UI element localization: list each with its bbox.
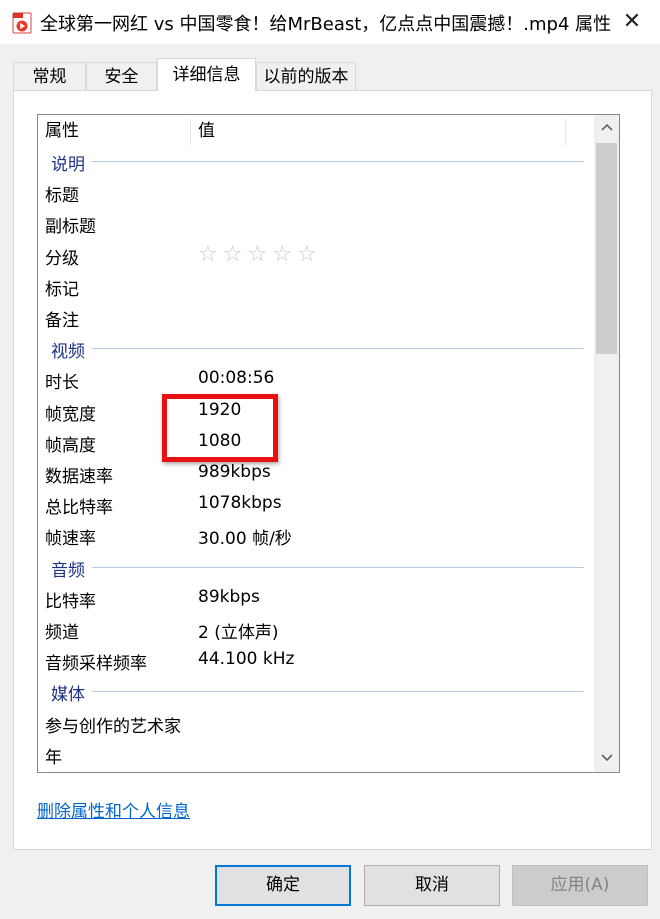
property-row[interactable]: 数据速率 989kbps xyxy=(38,459,594,490)
vertical-scrollbar[interactable] xyxy=(594,115,619,772)
property-label: 备注 xyxy=(45,311,79,331)
star-icon[interactable]: ☆ xyxy=(297,242,322,267)
property-value: 89kbps xyxy=(198,587,260,607)
property-value: 1078kbps xyxy=(198,493,282,513)
property-row[interactable]: 帧高度 1080 xyxy=(38,428,594,459)
group-label: 说明 xyxy=(51,150,91,175)
scroll-up-icon[interactable] xyxy=(594,115,619,141)
property-label: 比特率 xyxy=(45,592,96,612)
property-label: 年 xyxy=(45,748,62,768)
property-value: 00:08:56 xyxy=(198,368,275,388)
property-row[interactable]: 帧速率 30.00 帧/秒 xyxy=(38,521,594,552)
scrollbar-thumb[interactable] xyxy=(596,143,617,354)
scroll-down-icon[interactable] xyxy=(594,746,619,772)
property-label: 分级 xyxy=(45,249,79,269)
property-row[interactable]: 分级 ☆☆☆☆☆ xyxy=(38,241,594,272)
property-row[interactable]: 备注 xyxy=(38,303,594,334)
tab-strip: 常规 安全 详细信息 以前的版本 xyxy=(13,58,653,91)
property-value: 30.00 帧/秒 xyxy=(198,529,292,549)
property-row[interactable]: 标记 xyxy=(38,272,594,303)
tab-security[interactable]: 安全 xyxy=(86,62,157,90)
group-divider xyxy=(92,348,584,349)
property-row[interactable]: 参与创作的艺术家 xyxy=(38,709,594,740)
star-icon[interactable]: ☆ xyxy=(272,242,297,267)
close-icon[interactable]: ✕ xyxy=(612,6,652,38)
property-label: 副标题 xyxy=(45,217,96,237)
property-row[interactable]: 频道 2 (立体声) xyxy=(38,615,594,646)
tab-previous-versions[interactable]: 以前的版本 xyxy=(256,62,356,90)
column-header-property[interactable]: 属性 xyxy=(45,115,79,147)
star-icon[interactable]: ☆ xyxy=(198,242,223,267)
property-label: 频道 xyxy=(45,623,79,643)
property-row[interactable]: 年 xyxy=(38,740,594,771)
column-divider[interactable] xyxy=(190,119,191,145)
property-row[interactable]: 总比特率 1078kbps xyxy=(38,490,594,521)
apply-button[interactable]: 应用(A) xyxy=(512,865,648,906)
property-row[interactable]: 标题 xyxy=(38,178,594,209)
video-file-icon xyxy=(12,12,32,34)
red-highlight-box xyxy=(162,394,278,462)
property-label: 帧宽度 xyxy=(45,405,96,425)
property-label: 数据速率 xyxy=(45,467,113,487)
star-rating[interactable]: ☆☆☆☆☆ xyxy=(198,242,322,267)
title-bar: 全球第一网红 vs 中国零食！给MrBeast，亿点点中国震撼！.mp4 属性 … xyxy=(0,0,660,44)
group-header: 视频 xyxy=(38,334,594,365)
group-divider xyxy=(92,567,584,568)
column-divider[interactable] xyxy=(565,119,566,145)
property-value: 2 (立体声) xyxy=(198,623,279,643)
list-header: 属性 值 xyxy=(38,115,594,147)
property-label: 时长 xyxy=(45,373,79,393)
group-label: 视频 xyxy=(51,337,91,362)
group-header: 音频 xyxy=(38,553,594,584)
star-icon[interactable]: ☆ xyxy=(223,242,248,267)
window-title: 全球第一网红 vs 中国零食！给MrBeast，亿点点中国震撼！.mp4 属性 xyxy=(40,14,612,35)
group-label: 音频 xyxy=(51,556,91,581)
property-label: 帧高度 xyxy=(45,436,96,456)
property-label: 标记 xyxy=(45,280,79,300)
property-row[interactable]: 副标题 xyxy=(38,209,594,240)
property-row[interactable]: 帧宽度 1920 xyxy=(38,397,594,428)
property-value: 989kbps xyxy=(198,462,271,482)
tab-general[interactable]: 常规 xyxy=(13,62,86,90)
star-icon[interactable]: ☆ xyxy=(247,242,272,267)
group-divider xyxy=(92,161,584,162)
group-divider xyxy=(92,691,584,692)
property-label: 帧速率 xyxy=(45,529,96,549)
property-list[interactable]: 属性 值 说明 标题 副标题 分级 ☆☆☆☆☆ 标记 备注 视频 时长 00:08:56 帧宽度 19… xyxy=(37,114,620,773)
property-row[interactable]: 时长 00:08:56 xyxy=(38,365,594,396)
ok-button[interactable]: 确定 xyxy=(215,865,351,906)
property-label: 音频采样频率 xyxy=(45,654,147,674)
cancel-button[interactable]: 取消 xyxy=(364,865,500,906)
property-label: 参与创作的艺术家 xyxy=(45,717,181,737)
property-label: 总比特率 xyxy=(45,498,113,518)
property-row[interactable]: 音频采样频率 44.100 kHz xyxy=(38,646,594,677)
group-header: 媒体 xyxy=(38,677,594,708)
group-label: 媒体 xyxy=(51,680,91,705)
group-header: 说明 xyxy=(38,147,594,178)
tab-details[interactable]: 详细信息 xyxy=(157,58,256,91)
property-value: 44.100 kHz xyxy=(198,649,295,669)
column-header-value[interactable]: 值 xyxy=(198,115,215,147)
property-label: 标题 xyxy=(45,186,79,206)
property-row[interactable]: 比特率 89kbps xyxy=(38,584,594,615)
remove-properties-link[interactable]: 删除属性和个人信息 xyxy=(37,797,190,822)
